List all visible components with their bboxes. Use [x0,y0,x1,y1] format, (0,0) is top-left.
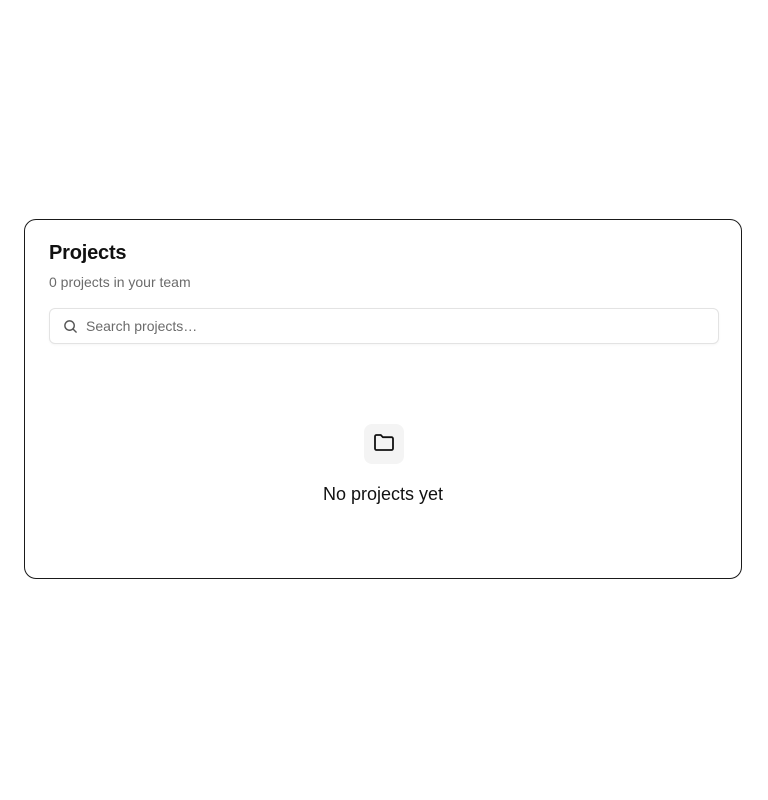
empty-state-message: No projects yet [322,484,444,504]
search-icon [62,318,78,334]
folder-icon [372,430,396,459]
projects-card: Projects 0 projects in your team No proj… [24,219,742,579]
project-count: 0 projects in your team [49,274,191,290]
page-title: Projects [49,242,127,264]
search-box[interactable] [49,308,719,344]
empty-state-icon-container [364,424,404,464]
search-input[interactable] [86,318,706,334]
